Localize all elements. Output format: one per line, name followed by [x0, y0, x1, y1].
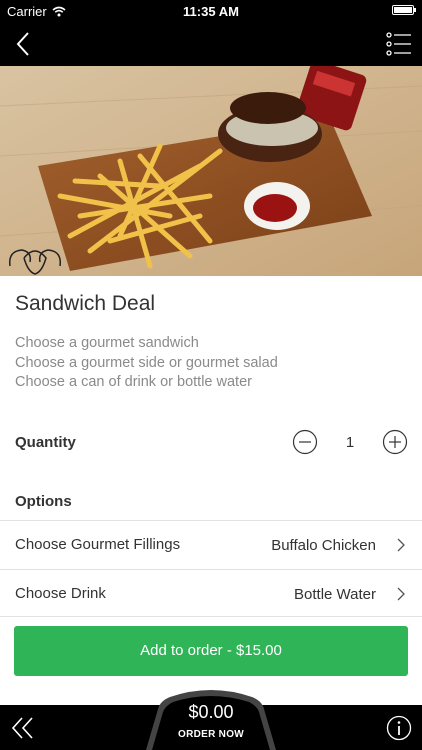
- order-total: $0.00: [188, 702, 234, 722]
- minus-icon[interactable]: [292, 429, 318, 455]
- description-line: Choose a gourmet sandwich: [15, 335, 199, 351]
- option-row-fillings[interactable]: Choose Gourmet Fillings Buffalo Chicken: [0, 520, 422, 568]
- nav-bar: [0, 22, 422, 66]
- battery-icon: [392, 5, 416, 15]
- option-label: Choose Gourmet Fillings: [15, 536, 181, 553]
- description-line: Choose a gourmet side or gourmet salad: [15, 354, 278, 371]
- info-icon[interactable]: [386, 715, 412, 741]
- chevron-right-icon: [397, 587, 405, 601]
- add-to-order-button[interactable]: Add to order - $15.00: [14, 626, 408, 676]
- status-bar: Carrier 11:35 AM: [0, 0, 422, 22]
- product-title: Sandwich Deal: [15, 292, 156, 315]
- description-line: Choose a can of drink or bottle water: [15, 374, 252, 390]
- double-chevron-left-icon[interactable]: [10, 715, 36, 741]
- option-value: Bottle Water: [294, 586, 376, 603]
- options-heading: Options: [15, 493, 72, 510]
- option-row-drink[interactable]: Choose Drink Bottle Water: [0, 569, 422, 617]
- list-menu-icon[interactable]: [386, 31, 412, 57]
- quantity-label: Quantity: [15, 434, 76, 451]
- order-now-label: ORDER NOW: [177, 729, 245, 740]
- product-description: Choose a gourmet sandwich Choose a gourm…: [15, 334, 278, 393]
- plus-icon[interactable]: [382, 429, 408, 455]
- option-value: Buffalo Chicken: [271, 537, 376, 554]
- option-label: Choose Drink: [15, 585, 106, 602]
- product-image: [0, 66, 422, 276]
- chevron-right-icon: [397, 538, 405, 552]
- quantity-value: 1: [345, 434, 355, 451]
- chevron-left-icon[interactable]: [12, 30, 38, 58]
- status-time: 11:35 AM: [183, 4, 239, 19]
